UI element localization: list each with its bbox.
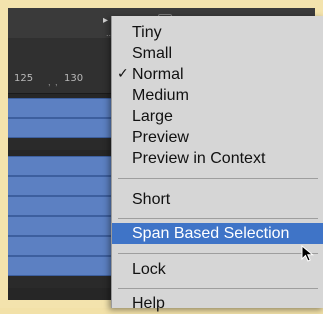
menu-item-label: Help (132, 295, 165, 312)
context-menu: Tiny Small ✓ Normal Medium Large Preview… (111, 16, 323, 312)
menu-item-help[interactable]: Help (112, 293, 323, 314)
menu-item-short[interactable]: Short (112, 189, 323, 210)
menu-separator (118, 218, 318, 219)
ruler-tick-label-b: 130 (64, 73, 84, 84)
menu-item-tiny[interactable]: Tiny (112, 22, 323, 43)
menu-item-preview[interactable]: Preview (112, 127, 323, 148)
menu-item-lock[interactable]: Lock (112, 259, 323, 280)
ruler-tick-marks: , , (48, 77, 59, 87)
ruler-tick-label-a: 125 (14, 73, 34, 84)
screenshot-frame: ▸ . .. 125 , , 130 Tiny Small (0, 0, 323, 312)
menu-item-label: Medium (132, 87, 189, 104)
menu-item-label: Small (132, 45, 173, 62)
menu-item-medium[interactable]: Medium (112, 85, 323, 106)
menu-item-span-based-selection[interactable]: Span Based Selection (112, 223, 323, 244)
checkmark-icon: ✓ (117, 66, 129, 82)
menu-separator (118, 288, 318, 289)
menu-item-label: Short (132, 191, 171, 208)
menu-item-label: Normal (132, 66, 184, 83)
menu-item-normal[interactable]: ✓ Normal (112, 64, 323, 85)
menu-item-large[interactable]: Large (112, 106, 323, 127)
menu-separator (118, 253, 318, 254)
menu-item-small[interactable]: Small (112, 43, 323, 64)
menu-item-label: Preview in Context (132, 150, 266, 167)
menu-item-label: Lock (132, 261, 166, 278)
menu-item-preview-in-context[interactable]: Preview in Context (112, 148, 323, 169)
menu-item-label: Span Based Selection (132, 225, 290, 242)
menu-item-label: Preview (132, 129, 189, 146)
menu-item-label: Large (132, 108, 173, 125)
menu-separator (118, 178, 318, 179)
menu-item-label: Tiny (132, 24, 162, 41)
mouse-pointer-icon (301, 245, 314, 262)
